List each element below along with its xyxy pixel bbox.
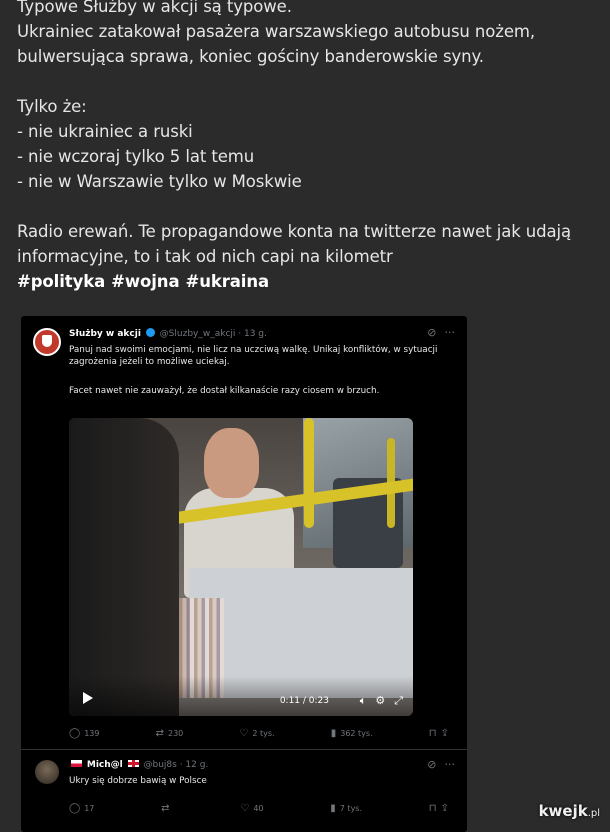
retweet-icon: ⇄ bbox=[155, 728, 164, 739]
heart-icon: ♡ bbox=[240, 803, 250, 814]
post-line: - nie w Warszawie tylko w Moskwie bbox=[17, 172, 302, 191]
retweet-action: ⇄ bbox=[161, 803, 173, 814]
grok-icon: ⊘ bbox=[427, 758, 437, 771]
tweet-actions: ◯ 139 ⇄ 230 ♡ 2 tys. ▮ 362 tys. ⊓ ⇪ bbox=[69, 728, 449, 739]
watermark-tld: .pl bbox=[587, 808, 600, 819]
video-icons: 🔈︎ ⚙︎ ⤢ bbox=[351, 694, 403, 708]
views-count: 362 tys. bbox=[340, 729, 373, 738]
reply-author-avatar bbox=[35, 760, 59, 784]
more-icon: ··· bbox=[444, 758, 456, 771]
poland-flag-icon bbox=[71, 760, 82, 767]
reply-count: 17 bbox=[84, 804, 95, 813]
like-action: ♡ 2 tys. bbox=[239, 728, 274, 739]
man-head bbox=[204, 428, 259, 498]
views-action: ▮ 7 tys. bbox=[330, 803, 362, 814]
reply-handle-time: @buj8s · 12 g. bbox=[143, 760, 209, 770]
heart-icon: ♡ bbox=[239, 728, 249, 739]
author-handle-time: @Sluzby_w_akcji · 13 g. bbox=[159, 329, 267, 339]
bookmark-share: ⊓ ⇪ bbox=[429, 728, 449, 739]
divider bbox=[21, 749, 467, 750]
video-player: 0:11 / 0:23 🔈︎ ⚙︎ ⤢ bbox=[69, 418, 413, 716]
retweet-count: 230 bbox=[168, 729, 184, 738]
like-count: 40 bbox=[253, 804, 264, 813]
more-icon: ··· bbox=[444, 326, 456, 339]
reply-actions: ◯ 17 ⇄ ♡ 40 ▮ 7 tys. ⊓ ⇪ bbox=[69, 803, 449, 814]
post-line: informacyjne, to i tak od nich capi na k… bbox=[17, 247, 393, 266]
like-count: 2 tys. bbox=[252, 729, 275, 738]
tag-link[interactable]: #ukraina bbox=[185, 272, 269, 291]
bookmark-icon: ⊓ bbox=[428, 728, 437, 739]
tweet-quote: Facet nawet nie zauważył, że dostał kilk… bbox=[69, 386, 380, 396]
share-icon: ⇪ bbox=[440, 803, 449, 814]
grok-icon: ⊘ bbox=[427, 326, 437, 339]
reply-action: ◯ 139 bbox=[69, 728, 99, 739]
reply-action: ◯ 17 bbox=[69, 803, 94, 814]
yellow-pole bbox=[304, 418, 314, 528]
fullscreen-icon: ⤢ bbox=[394, 694, 403, 707]
tweet-header: Służby w akcji @Sluzby_w_akcji · 13 g. bbox=[69, 328, 267, 339]
post-line: Ukrainiec zatakował pasażera warszawskie… bbox=[17, 22, 536, 41]
reply-body: Ukry się dobrze bawią w Polsce bbox=[69, 776, 207, 786]
reply-author-name: Mich@l bbox=[86, 760, 123, 770]
post-tags: #polityka #wojna #ukraina bbox=[17, 269, 602, 294]
post-line: - nie wczoraj tylko 5 lat temu bbox=[17, 147, 255, 166]
tweet-top-icons: ⊘ ··· bbox=[419, 326, 455, 339]
watermark-brand: kwejk bbox=[538, 802, 588, 820]
views-count: 7 tys. bbox=[339, 804, 363, 813]
retweet-icon: ⇄ bbox=[161, 803, 170, 814]
author-name: Służby w akcji bbox=[69, 329, 141, 339]
video-time: 0:11 / 0:23 bbox=[279, 696, 329, 706]
post-line-gap bbox=[17, 194, 602, 219]
share-icon: ⇪ bbox=[440, 728, 449, 739]
reply-header: Mich@l @buj8s · 12 g. bbox=[69, 760, 208, 770]
bookmark-icon: ⊓ bbox=[428, 803, 437, 814]
volume-icon: 🔈︎ bbox=[359, 694, 367, 707]
bookmark-share: ⊓ ⇪ bbox=[429, 803, 449, 814]
dark-figure bbox=[69, 418, 179, 716]
post-line: Radio erewań. Te propagandowe konta na t… bbox=[17, 222, 572, 241]
england-flag-icon bbox=[127, 760, 139, 767]
reply-icon: ◯ bbox=[69, 803, 81, 814]
tag-link[interactable]: #polityka bbox=[17, 272, 105, 291]
views-icon: ▮ bbox=[330, 803, 336, 814]
retweet-action: ⇄ 230 bbox=[156, 728, 184, 739]
reply-icon: ◯ bbox=[69, 728, 81, 739]
like-action: ♡ 40 bbox=[240, 803, 263, 814]
views-action: ▮ 362 tys. bbox=[331, 728, 373, 739]
views-icon: ▮ bbox=[330, 728, 337, 739]
post-line: Tylko że: bbox=[17, 97, 87, 116]
video-controls: 0:11 / 0:23 🔈︎ ⚙︎ ⤢ bbox=[69, 676, 413, 716]
tweet-body: Panuj nad swoimi emocjami, nie licz na u… bbox=[69, 345, 438, 367]
post-line: bulwersująca sprawa, koniec gościny band… bbox=[17, 47, 484, 66]
post-text: Typowe Służby w akcji są typowe. Ukraini… bbox=[17, 0, 602, 294]
watermark-logo: kwejk.pl bbox=[539, 802, 600, 820]
verified-icon bbox=[145, 328, 155, 337]
embedded-tweet-image[interactable]: Służby w akcji @Sluzby_w_akcji · 13 g. ⊘… bbox=[21, 316, 467, 832]
post-line: Typowe Służby w akcji są typowe. bbox=[17, 0, 292, 16]
author-avatar bbox=[33, 328, 61, 356]
play-icon bbox=[83, 692, 93, 704]
settings-icon: ⚙︎ bbox=[375, 694, 386, 707]
tag-link[interactable]: #wojna bbox=[111, 272, 179, 291]
reply-top-icons: ⊘ ··· bbox=[419, 758, 455, 771]
post-line: - nie ukrainiec a ruski bbox=[17, 122, 193, 141]
reply-count: 139 bbox=[84, 729, 100, 738]
post-line-gap bbox=[17, 69, 602, 94]
